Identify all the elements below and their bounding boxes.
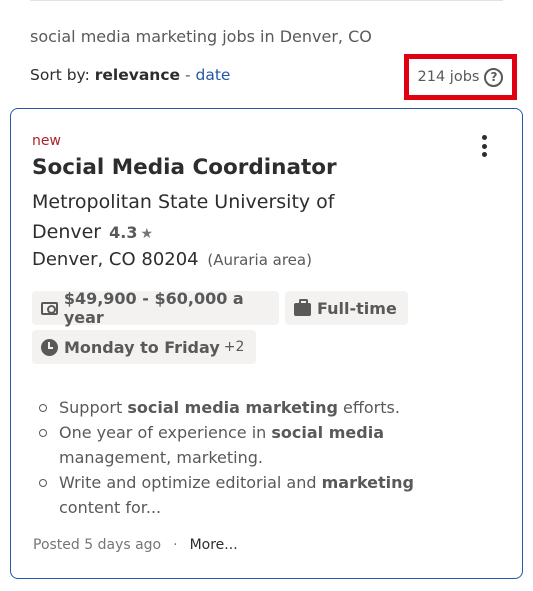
- job-count-highlight: 214 jobs ?: [404, 54, 517, 100]
- search-summary: social media marketing jobs in Denver, C…: [30, 27, 372, 46]
- sort-controls: Sort by: relevance - date: [30, 66, 230, 84]
- top-divider: [30, 0, 503, 1]
- salary-chip: $49,900 - $60,000 a year: [32, 289, 279, 327]
- help-icon[interactable]: ?: [484, 67, 504, 87]
- location-text: Denver, CO 80204: [32, 249, 199, 270]
- job-title[interactable]: Social Media Coordinator: [32, 155, 337, 180]
- clock-icon: [41, 338, 58, 356]
- job-count: 214 jobs: [417, 69, 480, 85]
- job-type-text: Full-time: [317, 298, 397, 318]
- money-icon: [41, 301, 58, 315]
- salary-text: $49,900 - $60,000 a year: [63, 289, 244, 327]
- job-footer: Posted 5 days ago · More...: [33, 537, 238, 553]
- sort-relevance: relevance: [94, 66, 181, 84]
- job-type-chip: Full-time: [285, 291, 408, 325]
- kebab-dot: [481, 135, 487, 140]
- more-link[interactable]: More...: [190, 537, 238, 553]
- job-card[interactable]: new Social Media Coordinator Metropolita…: [10, 108, 523, 579]
- kebab-dot: [481, 152, 487, 157]
- kebab-dot: [481, 143, 487, 149]
- briefcase-icon: [294, 299, 311, 316]
- snippet-item: One year of experience in social media m…: [37, 420, 467, 470]
- sort-date-link[interactable]: date: [196, 66, 231, 84]
- snippet-item: Write and optimize editorial and marketi…: [37, 470, 467, 520]
- snippet-item: Support social media marketing efforts.: [37, 395, 467, 420]
- posted-date: Posted 5 days ago: [33, 537, 162, 553]
- company-rating: 4.3: [109, 223, 138, 242]
- footer-separator: ·: [173, 537, 178, 553]
- schedule-extra-count: +2: [223, 339, 245, 355]
- company-info: Metropolitan State University of Denver 4…: [32, 187, 352, 249]
- sort-separator: -: [184, 66, 191, 84]
- company-name[interactable]: Metropolitan State University of Denver: [32, 191, 335, 243]
- schedule-chip: Monday to Friday +2: [32, 330, 256, 364]
- job-location: Denver, CO 80204 (Auraria area): [32, 249, 312, 270]
- schedule-text: Monday to Friday: [64, 337, 220, 357]
- sort-label: Sort by:: [30, 66, 90, 84]
- new-badge: new: [32, 133, 61, 149]
- job-snippet: Support social media marketing efforts. …: [37, 395, 467, 520]
- star-icon: ★: [140, 226, 154, 242]
- location-area: (Auraria area): [207, 251, 312, 269]
- more-options-icon[interactable]: [474, 133, 494, 159]
